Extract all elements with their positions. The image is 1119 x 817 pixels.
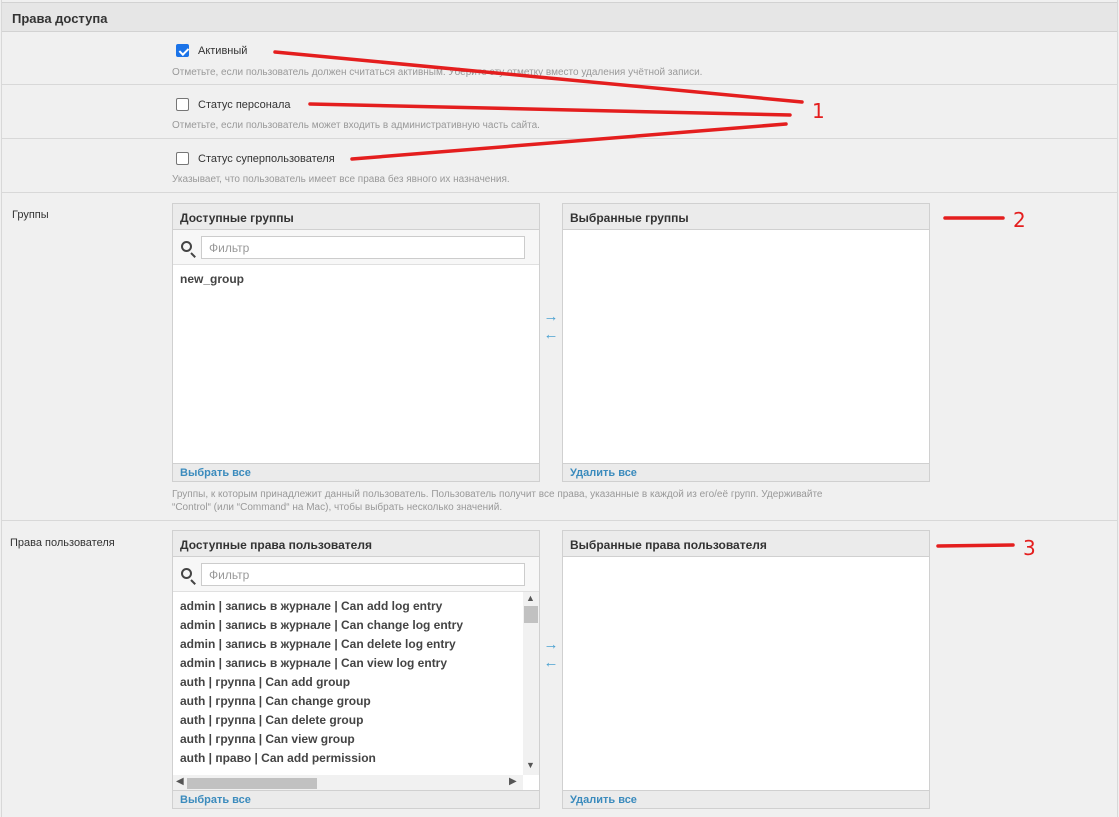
annotation-number-2: 2	[1013, 208, 1026, 232]
annotation-line-1a	[273, 50, 804, 104]
annotation-line-3	[936, 543, 1015, 548]
annotation-overlay	[273, 50, 1015, 548]
annotation-line-1b	[308, 102, 792, 117]
annotation-number-3: 3	[1023, 536, 1036, 560]
annotation-line-1c	[350, 122, 788, 161]
annotation-number-1: 1	[812, 99, 825, 123]
